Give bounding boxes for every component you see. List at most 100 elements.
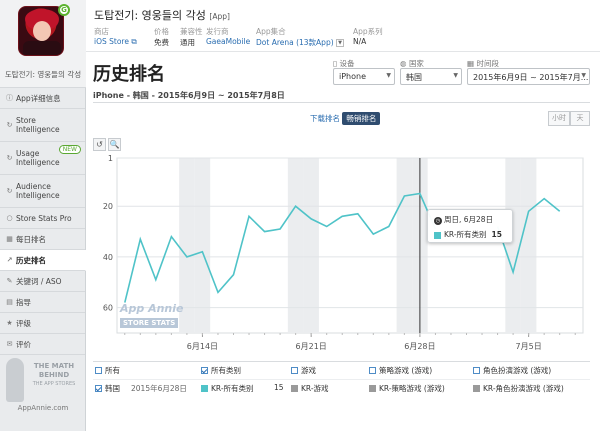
series-swatch xyxy=(369,384,376,392)
grid-icon: ▦ xyxy=(6,235,13,243)
sidebar-item-store-stats-pro[interactable]: ○ Store Stats Pro xyxy=(0,208,85,229)
sidebar-item-audience-intelligence[interactable]: ↻ Audience Intelligence xyxy=(0,175,85,208)
external-link-icon[interactable]: ⧉ xyxy=(131,37,136,46)
series-swatch xyxy=(291,384,298,392)
legend-series-games: KR-游戏 xyxy=(291,383,329,394)
sidebar-item-label: Store Intelligence xyxy=(16,116,60,134)
legend-data-row: 韩国 2015年6月28日 KR-所有类别 15 KR-游戏 KR-策略游戏 (… xyxy=(93,379,590,395)
x-tick-label: 6月21日 xyxy=(296,342,327,351)
checkbox[interactable] xyxy=(291,366,298,374)
date-filter: ▦ 时间段 2015年6月9日 ~ 2015年7月... ▼ xyxy=(467,58,590,85)
sidebar-item-label: 指导 xyxy=(16,297,31,307)
legend-date: 2015年6月28日 xyxy=(131,384,187,393)
sidebar-item-guidance[interactable]: ▤ 指导 xyxy=(0,292,85,313)
sidebar-item-store-intelligence[interactable]: ↻ Store Intelligence xyxy=(0,109,85,142)
meta-store: 商店 iOS Store ⧉ xyxy=(94,27,137,46)
legend-series-all-value: 15 xyxy=(274,383,284,392)
legend-series-strategy: KR-策略游戏 (游戏) xyxy=(369,383,445,394)
rank-type-toggle: 下载排名 畅销排名 xyxy=(310,112,381,125)
series-swatch xyxy=(201,384,208,392)
chart-subheading: iPhone - 韩国 - 2015年6月9日 ~ 2015年7月8日 xyxy=(93,91,285,100)
watermark-logo: App Annie xyxy=(120,302,184,315)
refresh-icon: ↻ xyxy=(6,154,13,162)
app-icon[interactable] xyxy=(18,6,64,56)
sidebar-item-label: 评级 xyxy=(16,318,31,328)
date-select[interactable]: 2015年6月9日 ~ 2015年7月... ▼ xyxy=(467,68,590,85)
meta-price: 价格 免费 xyxy=(154,27,169,47)
series-swatch xyxy=(473,384,480,392)
weekend-band xyxy=(194,158,211,333)
weekend-band xyxy=(303,158,319,333)
sidebar-app-name: 도탑전기: 영웅들의 각성 xyxy=(4,70,82,79)
footer-url[interactable]: AppAnnie.com xyxy=(0,404,86,412)
checkbox-checked[interactable] xyxy=(95,384,102,392)
sidebar-item-reviews[interactable]: ✉ 评价 xyxy=(0,334,85,355)
category-strategy[interactable]: 策略游戏 (游戏) xyxy=(369,365,432,376)
series-swatch xyxy=(434,231,441,239)
day-button[interactable]: 天 xyxy=(570,111,590,126)
sidebar: G 도탑전기: 영웅들의 각성 ⓘ App详细信息 ↻ Store Intellige… xyxy=(0,0,86,431)
legend-country[interactable]: 韩国 xyxy=(95,383,120,394)
trend-icon: ↗ xyxy=(6,256,13,264)
weekend-band xyxy=(505,158,521,333)
sidebar-item-historical-ranks[interactable]: ↗ 历史排名 xyxy=(0,250,86,271)
star-icon: ★ xyxy=(6,319,13,327)
chart-tooltip: ◷ 周日, 6月28日 KR-所有类别 15 xyxy=(427,209,513,243)
meta-series: App系列 N/A xyxy=(353,27,383,46)
category-all[interactable]: 所有 xyxy=(95,365,120,376)
circle-icon: ○ xyxy=(6,214,13,222)
category-all-categories[interactable]: 所有类别 xyxy=(201,365,241,376)
sidebar-item-label: 评价 xyxy=(16,339,31,349)
legend-table: 所有 所有类别 游戏 策略游戏 (游戏) 角色扮演游戏 (游戏) 韩国 2015… xyxy=(93,361,590,403)
app-title: 도탑전기: 영웅들의 각성 [App] xyxy=(94,9,230,22)
hour-button[interactable]: 小时 xyxy=(548,111,570,126)
checkbox[interactable] xyxy=(95,366,102,374)
chevron-down-icon[interactable]: ▼ xyxy=(336,39,345,47)
chevron-down-icon: ▼ xyxy=(581,72,586,79)
sidebar-item-label: 历史排名 xyxy=(16,255,46,265)
info-icon: ⓘ xyxy=(6,94,13,102)
sidebar-item-daily-ranks[interactable]: ▦ 每日排名 xyxy=(0,229,85,250)
app-header: 도탑전기: 영웅들의 각성 [App] 商店 iOS Store ⧉ 价格 免费… xyxy=(86,0,600,52)
list-icon: ▤ xyxy=(6,298,13,306)
checkbox[interactable] xyxy=(369,366,376,374)
country-select[interactable]: 韩国 ▼ xyxy=(400,68,462,85)
sidebar-item-keywords-aso[interactable]: ✎ 关键词 / ASO xyxy=(0,271,85,292)
country-filter: ◍ 国家 韩国 ▼ xyxy=(400,58,462,85)
chevron-down-icon: ▼ xyxy=(453,72,458,79)
sidebar-item-label: 每日排名 xyxy=(16,234,46,244)
sidebar-item-label: Store Stats Pro xyxy=(16,213,72,223)
device-filter: ▯ 设备 iPhone ▼ xyxy=(333,58,395,85)
g-badge-icon: G xyxy=(58,4,70,16)
sidebar-item-ratings[interactable]: ★ 评级 xyxy=(0,313,85,334)
refresh-icon: ↻ xyxy=(6,121,13,129)
sidebar-item-usage-intelligence[interactable]: ↻ Usage Intelligence NEW xyxy=(0,142,85,175)
category-checkbox-row: 所有 所有类别 游戏 策略游戏 (游戏) 角色扮演游戏 (游戏) xyxy=(93,362,590,378)
divider xyxy=(93,102,590,103)
checkbox[interactable] xyxy=(473,366,480,374)
app-icon-box: G 도탑전기: 영웅들의 각성 xyxy=(0,0,86,88)
y-tick-label: 20 xyxy=(103,202,113,211)
footer-tagline: THE MATH BEHIND THE APP STORES xyxy=(32,362,76,387)
message-icon: ✉ xyxy=(6,340,13,348)
device-select[interactable]: iPhone ▼ xyxy=(333,68,395,85)
category-games[interactable]: 游戏 xyxy=(291,365,316,376)
x-tick-label: 7月5日 xyxy=(516,342,542,351)
sidebar-footer: THE MATH BEHIND THE APP STORES AppAnnie.… xyxy=(0,354,86,431)
checkbox-checked[interactable] xyxy=(201,366,208,374)
clock-icon: ◷ xyxy=(434,217,442,225)
new-badge: NEW xyxy=(58,145,81,154)
downloads-rank-tab[interactable]: 下载排名 xyxy=(310,114,340,123)
chevron-down-icon: ▼ xyxy=(386,72,391,79)
sidebar-item-app-details[interactable]: ⓘ App详细信息 xyxy=(0,88,85,109)
globe-icon: ◍ xyxy=(400,59,407,68)
weekend-band xyxy=(396,158,413,333)
category-rpg[interactable]: 角色扮演游戏 (游戏) xyxy=(473,365,551,376)
sidebar-item-label: 关键词 / ASO xyxy=(16,276,62,286)
weekend-band xyxy=(520,158,537,333)
grossing-rank-tab[interactable]: 畅销排名 xyxy=(342,112,381,125)
x-tick-label: 6月14日 xyxy=(187,342,218,351)
mascot-icon xyxy=(6,358,24,402)
sidebar-item-label: Audience Intelligence xyxy=(16,182,60,200)
device-icon: ▯ xyxy=(333,59,338,68)
